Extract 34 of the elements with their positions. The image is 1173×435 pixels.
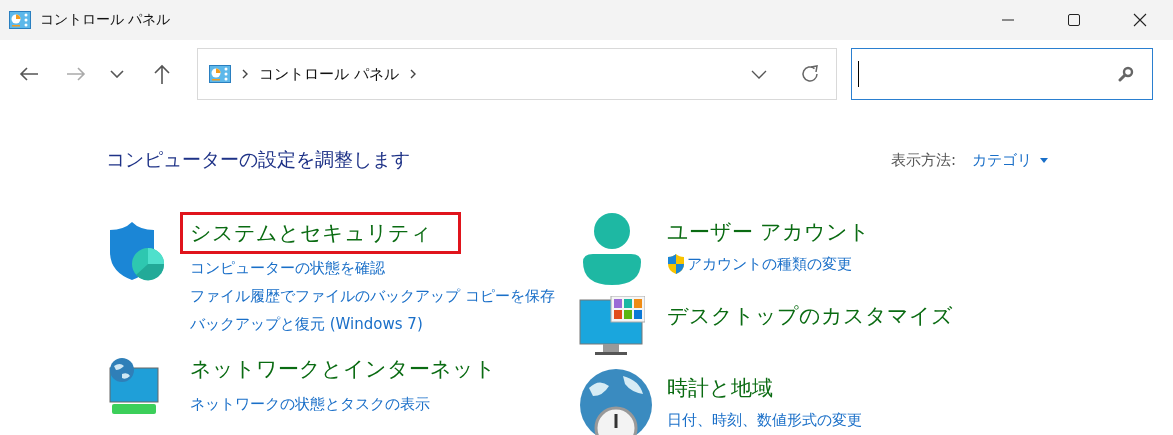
control-panel-icon [209,65,231,83]
up-arrow-icon[interactable] [153,64,171,84]
close-icon [1133,13,1147,27]
task-link[interactable]: ファイル履歴でファイルのバックアップ コピーを保存 [190,286,555,306]
view-by-dropdown[interactable]: カテゴリ [972,150,1048,170]
desktop-monitor-icon [579,296,645,358]
search-icon[interactable] [1118,66,1134,82]
dropdown-caret-icon [1040,157,1048,163]
category-link[interactable]: ネットワークとインターネット [180,348,525,390]
category-link[interactable]: 時計と地域 [660,368,782,406]
back-arrow-icon[interactable] [19,66,39,82]
window-title: コントロール パネル [40,11,171,29]
category-link[interactable]: デスクトップのカスタマイズ [660,296,962,334]
shield-icon [667,254,685,274]
breadcrumb-item[interactable]: コントロール パネル [259,64,399,84]
refresh-icon[interactable] [800,64,820,84]
task-link[interactable]: アカウントの種類の変更 [687,254,852,274]
maximize-icon [1067,13,1081,27]
chevron-right-icon[interactable] [242,69,248,79]
category-link[interactable]: システムとセキュリティ [180,212,461,254]
page-heading: コンピューターの設定を調整します [106,147,410,172]
chevron-right-icon[interactable] [409,69,416,79]
task-link[interactable]: コンピューターの状態を確認 [190,258,385,278]
network-monitor-icon [106,358,162,416]
view-by-label: 表示方法: [890,150,956,170]
category-link[interactable]: ユーザー アカウント [660,212,879,250]
task-link[interactable]: 日付、時刻、数値形式の変更 [667,410,862,430]
task-link[interactable]: ネットワークの状態とタスクの表示 [190,394,430,414]
chevron-down-icon[interactable] [110,70,124,78]
task-link[interactable]: バックアップと復元 (Windows 7) [190,314,423,334]
chevron-down-icon[interactable] [751,69,767,79]
address-bar[interactable]: コントロール パネル [197,48,837,100]
search-field[interactable] [851,48,1153,100]
control-panel-icon [9,11,31,29]
